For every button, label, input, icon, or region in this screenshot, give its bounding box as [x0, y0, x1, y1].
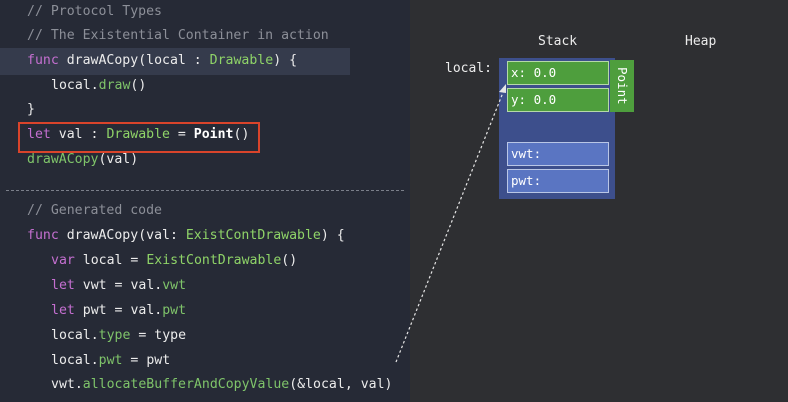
- copy-arrow-line: [395, 89, 505, 363]
- copy-arrow: [395, 84, 506, 363]
- copy-arrow-head: [499, 84, 506, 93]
